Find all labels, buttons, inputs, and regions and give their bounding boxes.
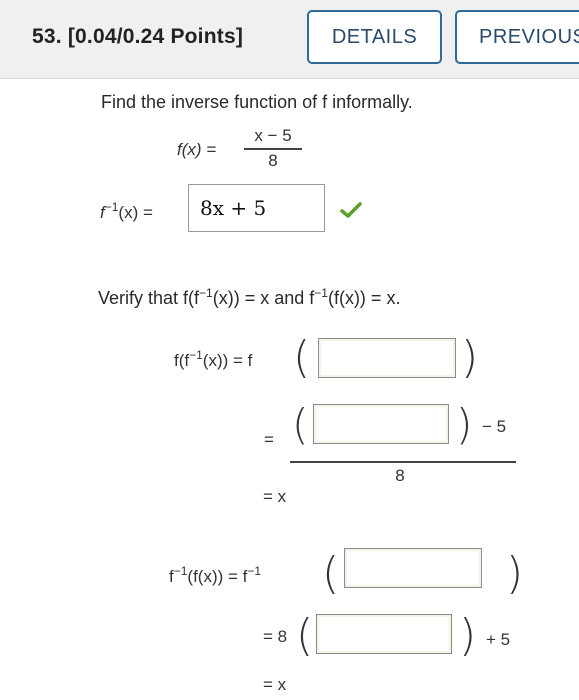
part2-lhs: f−1(f(x)) = f−1	[169, 564, 262, 586]
part1-input-2[interactable]	[313, 404, 449, 444]
inverse-answer-field[interactable]: 8x + 5	[188, 184, 325, 232]
question-header: 53. [0.04/0.24 Points] DETAILS PREVIOUS	[0, 0, 579, 79]
fx-fraction-bar	[244, 148, 302, 150]
part2-close-paren-2: )	[459, 610, 477, 661]
part2-input-1[interactable]	[344, 548, 482, 588]
part1-num-close-paren: )	[456, 400, 473, 449]
part1-fraction-bar	[290, 461, 516, 463]
problem-instruction: Find the inverse function of f informall…	[101, 92, 413, 112]
part2-suffix: + 5	[486, 630, 511, 649]
part1-open-paren: (	[293, 332, 311, 383]
part1-num-suffix: − 5	[482, 417, 507, 436]
part2-result: = x	[263, 675, 287, 694]
fx-numerator: x − 5	[254, 126, 292, 145]
verify-instruction: Verify that f(f−1(x)) = x and f−1(f(x)) …	[98, 286, 401, 308]
part1-input-1[interactable]	[318, 338, 456, 378]
part1-result: = x	[263, 487, 287, 506]
part1-lhs: f(f−1(x)) = f	[174, 348, 253, 370]
fx-lhs: f(x) =	[177, 140, 217, 159]
part2-eq-prefix: = 8	[263, 627, 288, 646]
part2-open-paren-2: (	[296, 610, 314, 661]
question-number: 53.	[32, 25, 62, 48]
question-points: [0.04/0.24 Points]	[67, 25, 244, 48]
part2-close-paren: )	[506, 548, 524, 599]
part2-open-paren: (	[322, 548, 340, 599]
part2-input-2[interactable]	[316, 614, 452, 654]
correct-check-icon	[340, 202, 362, 218]
question-title: 53. [0.04/0.24 Points]	[32, 25, 243, 49]
details-button[interactable]: DETAILS	[307, 10, 442, 64]
finv-lhs: f−1(x) =	[100, 200, 153, 222]
part1-num-open-paren: (	[292, 400, 309, 449]
fx-denominator: 8	[268, 151, 278, 170]
part1-eq-sign: =	[264, 430, 274, 449]
part1-denominator: 8	[395, 466, 405, 485]
previous-answers-button[interactable]: PREVIOUS	[455, 10, 579, 64]
part1-close-paren: )	[461, 332, 479, 383]
